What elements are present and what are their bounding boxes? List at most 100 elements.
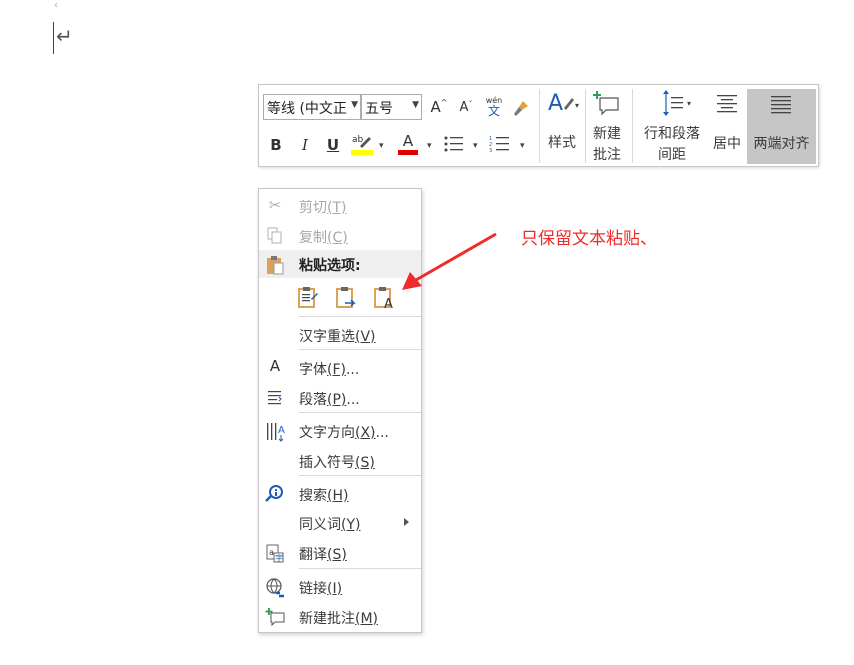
chevron-right-icon [404,518,409,526]
menu-item-synonyms[interactable]: 同义词(Y) [259,509,421,537]
format-painter-icon [514,101,528,116]
bullet-list-icon [444,136,463,152]
copy-label: 复制 [299,230,327,246]
menu-item-insert-symbol[interactable]: 插入符号(S) [259,447,421,475]
svg-text:字: 字 [275,553,283,563]
menu-item-font[interactable]: A 字体(F)... [259,354,421,382]
justify-label: 两端对齐 [753,136,810,152]
reconvert-shortcut: (V) [355,329,376,345]
text-direction-label: 文字方向 [299,425,355,441]
menu-divider [299,349,421,350]
font-color-icon: A [402,132,414,150]
font-name-value: 等线 (中文正 [267,101,347,117]
chevron-down-icon[interactable]: ▾ [379,141,384,151]
svg-text:a: a [269,548,274,557]
copy-shortcut: (C) [327,230,348,246]
new-comment-icon [264,607,286,627]
paragraph-mark: ↵ [56,24,73,48]
menu-item-new-comment[interactable]: 新建批注(M) [259,603,421,631]
paste-options-label: 粘贴选项: [299,258,361,274]
chevron-down-icon[interactable]: ▼ [351,100,358,110]
chevron-down-icon[interactable]: ▾ [473,141,478,151]
align-justify-icon [771,96,791,114]
menu-divider [299,568,421,569]
line-spacing-icon: ▾ [663,90,691,116]
paste-keep-source-icon [298,287,318,308]
svg-text:A: A [278,425,285,436]
menu-item-text-direction[interactable]: A 文字方向(X)... [259,417,421,445]
reconvert-label: 汉字重选 [299,329,355,345]
paste-merge-icon [336,287,356,308]
format-painter-button[interactable] [510,97,532,119]
underline-button[interactable]: U [325,136,341,154]
mini-toolbar: 等线 (中文正 ▼ 五号 ▼ A^ Aˇ wén 文 B I U ab ▾ A … [258,84,819,167]
paste-keep-formatting-button[interactable] [297,285,319,309]
highlighter-icon: ab [351,135,373,155]
toolbar-divider [632,89,633,163]
svg-text:▾: ▾ [575,101,579,110]
menu-item-search[interactable]: 搜索(H) [259,480,421,508]
paragraph-ellipsis: ... [346,392,360,408]
font-icon: A [269,357,281,375]
cut-shortcut: (T) [327,200,347,216]
paragraph-icon [264,388,286,408]
search-label: 搜索 [299,488,327,504]
styles-icon: A ▾ [548,91,579,116]
line-spacing-label-2: 间距 [658,147,686,163]
bold-button[interactable]: B [268,136,284,154]
toolbar-divider [539,89,540,163]
svg-text:ab: ab [352,135,364,145]
new-comment-shortcut: (M) [355,611,379,627]
annotation-arrow [402,232,497,290]
new-comment-icon [593,91,619,116]
paste-merge-formatting-button[interactable] [335,285,359,309]
center-label: 居中 [713,136,741,152]
font-name-combo[interactable]: 等线 (中文正 ▼ [263,94,361,120]
highlight-button[interactable]: ab [350,132,374,156]
translate-icon: a字 [264,543,286,563]
grow-font-button[interactable]: A^ [429,98,449,116]
synonyms-shortcut: (Y) [341,517,361,533]
shrink-font-button[interactable]: Aˇ [456,100,476,115]
svg-text:3: 3 [489,148,492,153]
new-comment-label-1: 新建 [593,126,621,142]
chevron-down-icon[interactable]: ▾ [427,141,432,151]
font-size-value: 五号 [365,101,393,117]
line-spacing-button[interactable]: ▾ 行和段落 间距 [639,88,705,164]
menu-item-reconvert[interactable]: 汉字重选(V) [259,321,421,349]
text-cursor [53,22,54,54]
new-comment-button[interactable]: 新建 批注 [588,88,626,164]
grow-font-icon: A [430,98,441,116]
insert-symbol-label: 插入符号 [299,455,355,471]
svg-text:▾: ▾ [687,99,691,108]
center-align-button[interactable]: 居中 [708,88,746,164]
line-spacing-label-1: 行和段落 [644,126,700,142]
scroll-caret: ‹ [54,0,58,11]
bullets-button[interactable] [443,135,465,153]
menu-divider [299,316,421,317]
translate-shortcut: (S) [327,547,347,563]
menu-item-cut[interactable]: ✂ 剪切(T) [259,192,421,220]
phonetic-guide-button[interactable]: wén 文 [483,96,505,118]
italic-button[interactable]: I [297,136,313,154]
chevron-down-icon[interactable]: ▼ [412,100,419,110]
align-center-icon [717,95,737,113]
link-icon [264,577,286,598]
menu-item-link[interactable]: 链接(I) [259,573,421,601]
menu-item-translate[interactable]: a字 翻译(S) [259,539,421,567]
chevron-down-icon[interactable]: ▾ [520,141,525,151]
styles-button[interactable]: A ▾ 样式 [542,88,582,164]
font-ellipsis: ... [345,362,360,378]
phonetic-char: 文 [487,104,500,118]
text-direction-icon: A [264,421,286,442]
paragraph-label: 段落 [299,392,327,408]
font-label: 字体 [299,362,327,378]
font-color-swatch [398,150,418,155]
font-size-combo[interactable]: 五号 ▼ [361,94,422,120]
font-shortcut: (F) [327,362,346,378]
paragraph-shortcut: (P) [327,392,347,408]
numbering-button[interactable]: 1 2 3 [489,135,511,154]
menu-item-paragraph[interactable]: 段落(P)... [259,384,421,412]
justify-button[interactable]: 两端对齐 [747,89,816,164]
font-color-button[interactable]: A [397,133,419,157]
